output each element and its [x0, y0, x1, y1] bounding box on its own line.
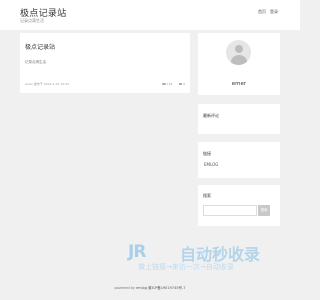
watermark-logo: JR 自动秒收录 做上链接→来访一次→自动收录 [128, 240, 288, 275]
nav-home-link[interactable]: 首页 [258, 9, 266, 15]
link-item-emlog[interactable]: EMLOG [204, 162, 218, 167]
search-widget: 搜索 搜索 [198, 185, 280, 226]
search-title: 搜索 [203, 193, 211, 198]
links-title: 链接 [203, 151, 211, 156]
site-footer: powered by emlog 冀ICP备19019745号-7 [0, 286, 300, 291]
views-stat: 121 [161, 82, 173, 86]
avatar [226, 40, 251, 65]
avatar-head [234, 45, 243, 53]
watermark-logo-mark: JR [128, 242, 146, 262]
recent-comments-title: 最新评论 [203, 113, 219, 118]
comments-count: 0 [183, 82, 185, 86]
avatar-body [230, 55, 247, 65]
post-card: 极点记录站 记录点滴生活 emer 发布于 2022-2-15 12:33 12… [20, 33, 190, 93]
eye-icon [161, 82, 166, 86]
footer-icp-link[interactable]: 冀ICP备19019745号-7 [148, 286, 185, 290]
comments-stat[interactable]: 0 [178, 82, 185, 86]
watermark-subtitle: 做上链接→来访一次→自动收录 [138, 263, 234, 271]
site-header: 极点记录站 记录点滴生活 首页 登录 [0, 0, 300, 30]
nav-login-link[interactable]: 登录 [270, 9, 278, 15]
author-card: emer [198, 33, 280, 95]
site-tagline: 记录点滴生活 [20, 18, 44, 23]
links-widget: 链接 EMLOG [198, 142, 280, 178]
footer-prefix: powered by [114, 286, 135, 290]
post-meta: emer 发布于 2022-2-15 12:33 [25, 82, 69, 86]
author-name: emer [231, 81, 247, 87]
views-count: 121 [166, 82, 173, 86]
footer-emlog-link[interactable]: emlog [136, 286, 147, 290]
recent-comments-widget: 最新评论 [198, 104, 280, 134]
search-button[interactable]: 搜索 [258, 205, 270, 216]
post-stats: 121 0 [161, 82, 185, 86]
comment-icon [178, 82, 183, 86]
post-title[interactable]: 极点记录站 [25, 42, 55, 51]
search-input[interactable] [203, 205, 257, 216]
post-excerpt: 记录点滴生活 [25, 60, 46, 64]
top-nav: 首页 登录 [258, 9, 278, 15]
